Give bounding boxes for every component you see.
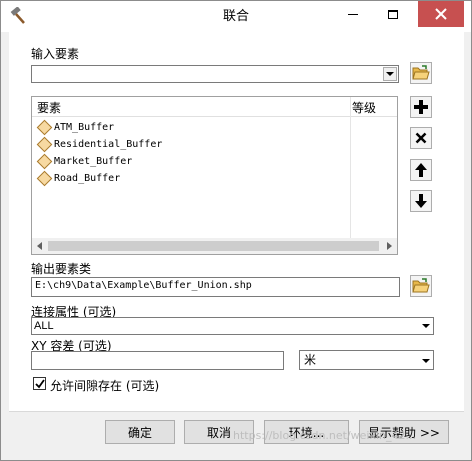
arrow-down-icon <box>415 194 427 208</box>
ok-button[interactable]: 确定 <box>105 420 175 444</box>
join-attributes-value: ALL <box>34 320 54 332</box>
input-features-combo[interactable] <box>31 65 399 83</box>
list-item-label: Road_Buffer <box>54 172 121 184</box>
list-item-label: Market_Buffer <box>54 155 133 167</box>
list-item-label: ATM_Buffer <box>54 121 115 133</box>
plus-icon <box>414 100 428 114</box>
chevron-down-icon <box>422 359 430 363</box>
close-icon <box>435 8 447 20</box>
checkmark-icon <box>35 379 45 389</box>
gaps-label[interactable]: 允许间隙存在 (可选) <box>50 377 159 394</box>
chevron-down-icon <box>386 72 394 76</box>
feature-list[interactable]: 要素 等级 ATM_Buffer Residential_Buffer Mark… <box>31 96 398 255</box>
input-features-label: 输入要素 <box>31 47 80 61</box>
list-item[interactable]: ATM_Buffer <box>36 119 114 135</box>
open-folder-icon <box>412 278 430 293</box>
output-label: 输出要素类 <box>31 262 92 276</box>
move-up-button[interactable] <box>410 159 432 181</box>
minimize-icon <box>348 13 358 15</box>
close-button[interactable] <box>418 1 464 27</box>
watermark: https://blog.csdn.net/weixin_42... <box>233 429 417 442</box>
polygon-layer-icon <box>36 136 53 152</box>
scroll-right-icon[interactable] <box>387 242 392 250</box>
dropdown-button[interactable] <box>383 67 397 81</box>
output-path-value: E:\ch9\Data\Example\Buffer_Union.shp <box>35 280 252 291</box>
polygon-layer-icon <box>36 119 53 135</box>
open-folder-icon <box>412 65 430 80</box>
column-header-rank[interactable]: 等级 <box>352 99 376 116</box>
add-row-button[interactable] <box>410 96 432 118</box>
arrow-up-icon <box>415 163 427 177</box>
horizontal-scrollbar[interactable] <box>32 238 397 254</box>
unit-value: 米 <box>304 353 317 367</box>
column-header-features[interactable]: 要素 <box>37 99 61 116</box>
gaps-checkbox[interactable] <box>33 377 46 390</box>
output-browse-button[interactable] <box>410 275 432 297</box>
dialog-body: 输入要素 要素 等级 ATM_Buffer Residential_Buffer… <box>9 32 464 412</box>
output-path-field[interactable]: E:\ch9\Data\Example\Buffer_Union.shp <box>31 277 400 297</box>
minimize-button[interactable] <box>333 1 373 27</box>
list-item-label: Residential_Buffer <box>54 138 163 150</box>
polygon-layer-icon <box>36 153 53 169</box>
move-down-button[interactable] <box>410 190 432 212</box>
polygon-layer-icon <box>36 170 53 186</box>
list-header: 要素 等级 <box>32 97 397 117</box>
column-divider <box>350 97 351 238</box>
x-icon <box>415 132 427 144</box>
input-browse-button[interactable] <box>410 62 432 84</box>
list-item[interactable]: Road_Buffer <box>36 170 120 186</box>
title-bar[interactable]: 联合 <box>1 1 471 32</box>
scroll-thumb[interactable] <box>48 241 379 251</box>
chevron-down-icon <box>422 324 430 328</box>
maximize-button[interactable] <box>373 1 413 27</box>
remove-row-button[interactable] <box>410 127 432 149</box>
list-item[interactable]: Residential_Buffer <box>36 136 162 152</box>
unit-select[interactable]: 米 <box>299 350 434 370</box>
union-dialog: 联合 输入要素 要素 等级 ATM_Buffer Residential_Buf… <box>0 0 472 461</box>
list-item[interactable]: Market_Buffer <box>36 153 132 169</box>
scroll-left-icon[interactable] <box>37 242 42 250</box>
xy-tolerance-field[interactable] <box>31 351 284 370</box>
join-attributes-select[interactable]: ALL <box>31 317 434 335</box>
maximize-icon <box>388 9 398 19</box>
